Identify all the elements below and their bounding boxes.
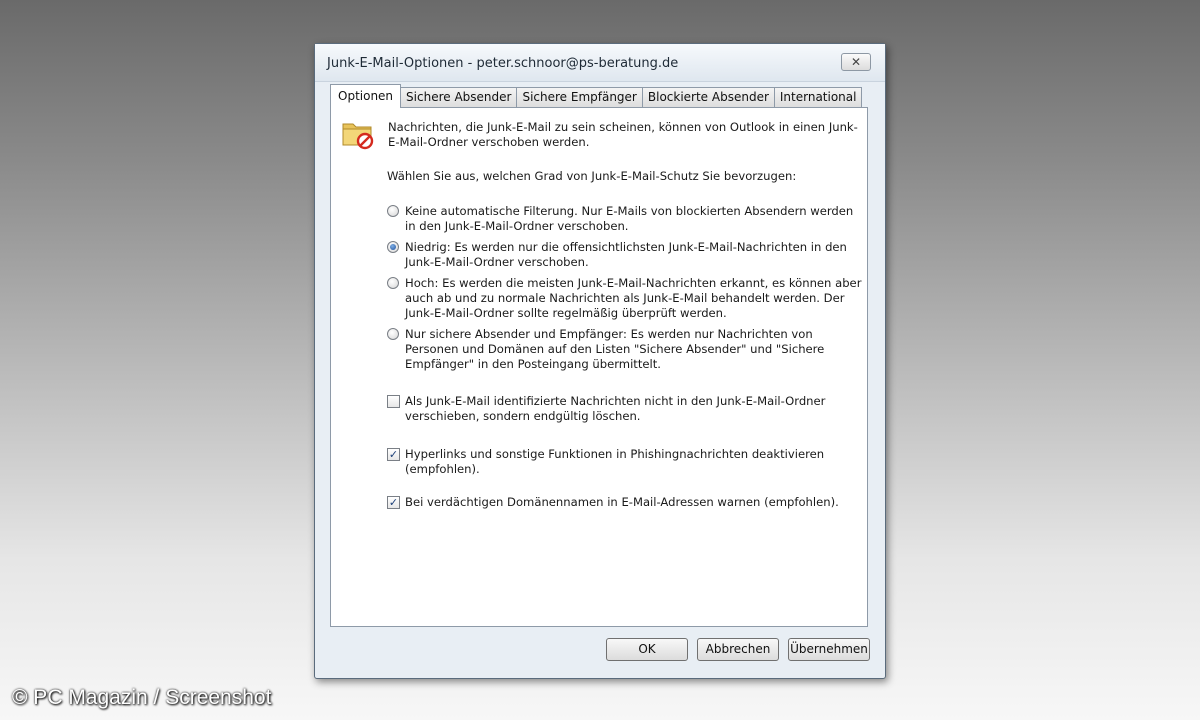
disable-phishing-links-label: Hyperlinks und sonstige Funktionen in Ph… <box>405 447 825 476</box>
close-icon: ✕ <box>850 55 862 69</box>
level-none-radio[interactable] <box>387 205 399 217</box>
delete-junk-label: Als Junk-E-Mail identifizierte Nachricht… <box>405 394 826 423</box>
junk-folder-icon <box>342 123 374 150</box>
disable-phishing-links-checkbox[interactable]: ✓ <box>387 448 400 461</box>
level-safe-only-radio[interactable] <box>387 328 399 340</box>
tab-international[interactable]: International <box>773 87 863 108</box>
cancel-button[interactable]: Abbrechen <box>697 638 779 661</box>
tab-sichere-empfaenger[interactable]: Sichere Empfänger <box>516 87 643 108</box>
protection-level-prompt: Wählen Sie aus, welchen Grad von Junk-E-… <box>387 169 797 183</box>
tab-sichere-absender[interactable]: Sichere Absender <box>400 87 518 108</box>
tab-strip: Optionen Sichere Absender Sichere Empfän… <box>330 84 863 108</box>
level-high-radio[interactable] <box>387 277 399 289</box>
level-safe-only-label: Nur sichere Absender und Empfänger: Es w… <box>405 327 825 371</box>
warn-suspicious-domains-label: Bei verdächtigen Domänennamen in E-Mail-… <box>405 495 839 509</box>
title-bar: Junk-E-Mail-Optionen - peter.schnoor@ps-… <box>315 44 885 82</box>
options-panel: Nachrichten, die Junk-E-Mail zu sein sch… <box>330 107 868 627</box>
warn-suspicious-domains-checkbox[interactable]: ✓ <box>387 496 400 509</box>
level-low-radio[interactable] <box>387 241 399 253</box>
level-high-label: Hoch: Es werden die meisten Junk-E-Mail-… <box>405 276 862 320</box>
intro-text: Nachrichten, die Junk-E-Mail zu sein sch… <box>388 120 858 149</box>
ok-button[interactable]: OK <box>606 638 688 661</box>
checkmark-icon: ✓ <box>388 448 399 461</box>
checkmark-icon: ✓ <box>388 496 399 509</box>
image-caption: © PC Magazin / Screenshot <box>12 686 272 709</box>
tab-blockierte-absender[interactable]: Blockierte Absender <box>641 87 775 108</box>
level-none-label: Keine automatische Filterung. Nur E-Mail… <box>405 204 854 233</box>
tab-optionen[interactable]: Optionen <box>330 84 402 108</box>
apply-button[interactable]: Übernehmen <box>788 638 870 661</box>
delete-junk-checkbox[interactable] <box>387 395 400 408</box>
window-title: Junk-E-Mail-Optionen - peter.schnoor@ps-… <box>327 56 679 71</box>
close-button[interactable]: ✕ <box>841 53 871 71</box>
junk-mail-options-dialog: Junk-E-Mail-Optionen - peter.schnoor@ps-… <box>314 43 886 679</box>
level-low-label: Niedrig: Es werden nur die offensichtlic… <box>405 240 847 269</box>
